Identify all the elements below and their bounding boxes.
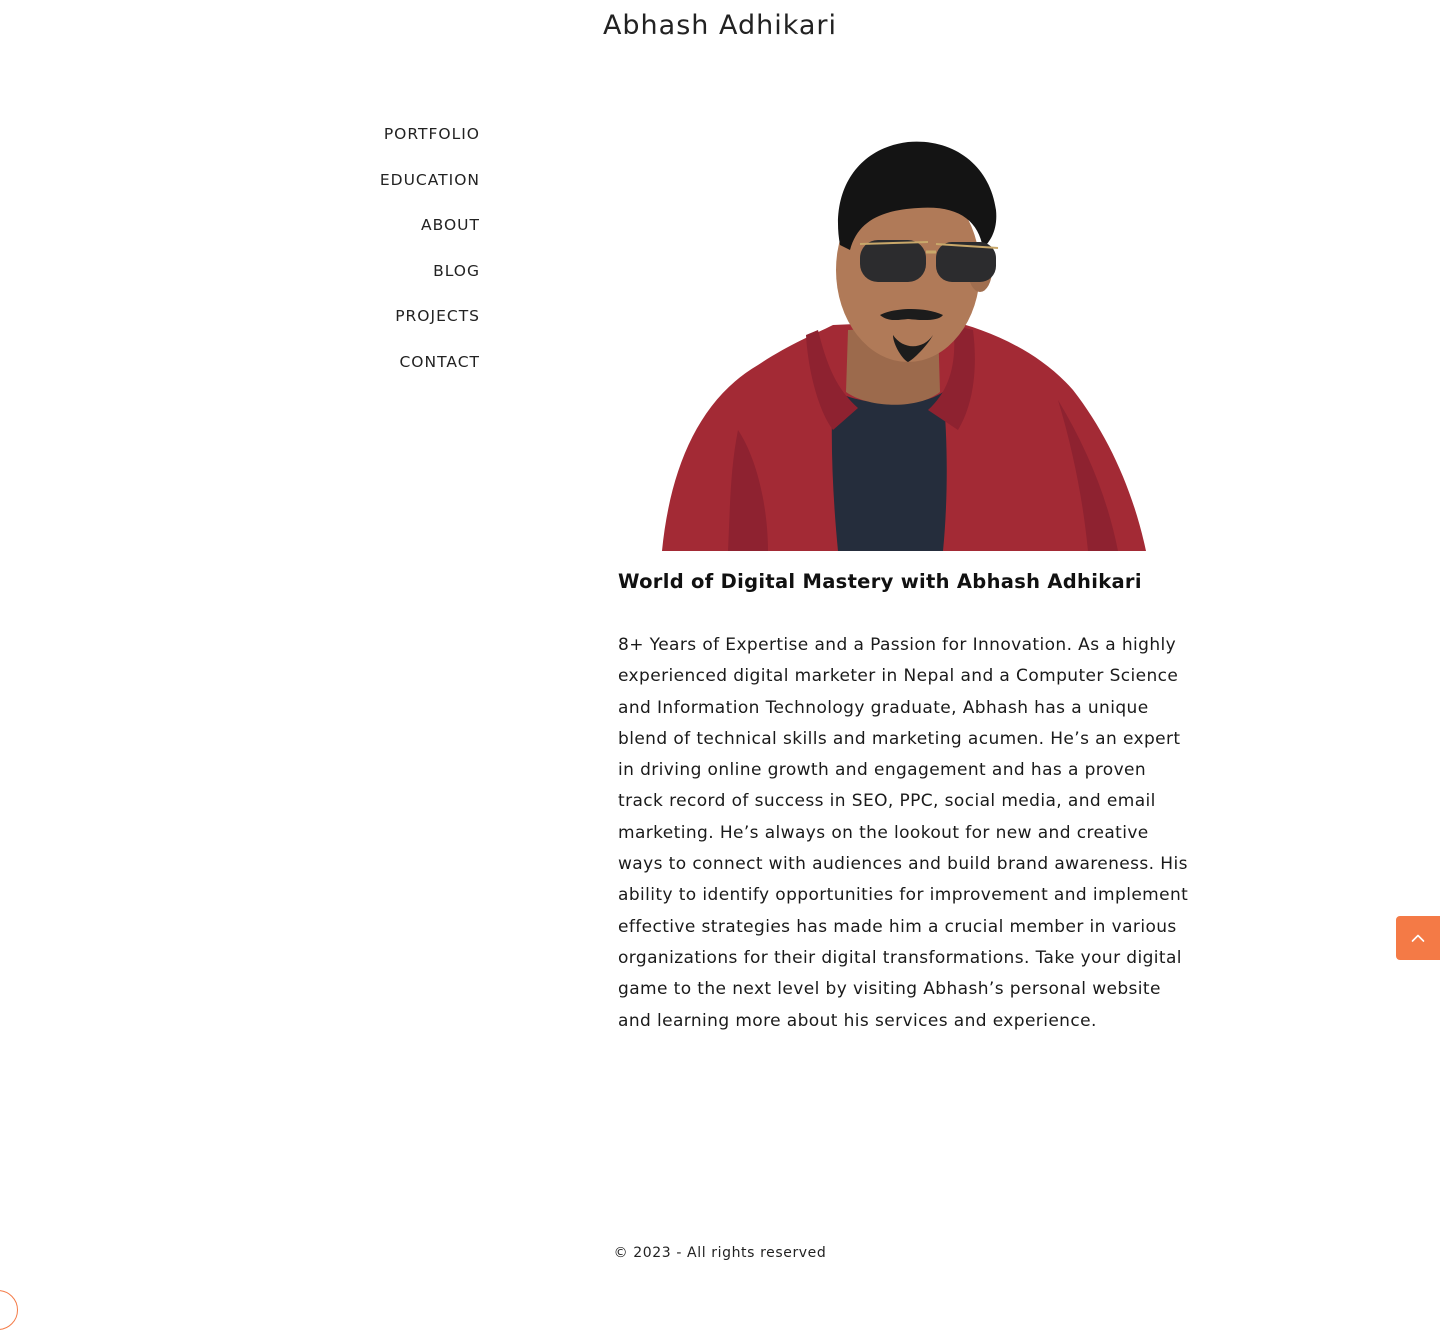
nav-item-contact[interactable]: CONTACT xyxy=(250,346,480,392)
bio-paragraph: 8+ Years of Expertise and a Passion for … xyxy=(618,635,1189,1031)
main-nav: PORTFOLIO EDUCATION ABOUT BLOG PROJECTS … xyxy=(250,118,480,392)
back-to-top-button[interactable] xyxy=(1396,916,1440,960)
nav-item-about[interactable]: ABOUT xyxy=(250,209,480,255)
nav-item-projects[interactable]: PROJECTS xyxy=(250,300,480,346)
circle-arc-icon[interactable] xyxy=(0,1290,18,1330)
site-title[interactable]: Abhash Adhikari xyxy=(0,10,1440,41)
page-headline: World of Digital Mastery with Abhash Adh… xyxy=(618,570,1142,593)
chevron-up-icon xyxy=(1411,934,1425,942)
nav-item-portfolio[interactable]: PORTFOLIO xyxy=(250,118,480,164)
copyright-footer: © 2023 - All rights reserved xyxy=(613,1245,827,1261)
nav-item-blog[interactable]: BLOG xyxy=(250,255,480,301)
nav-item-education[interactable]: EDUCATION xyxy=(250,164,480,210)
profile-photo xyxy=(618,130,1188,551)
